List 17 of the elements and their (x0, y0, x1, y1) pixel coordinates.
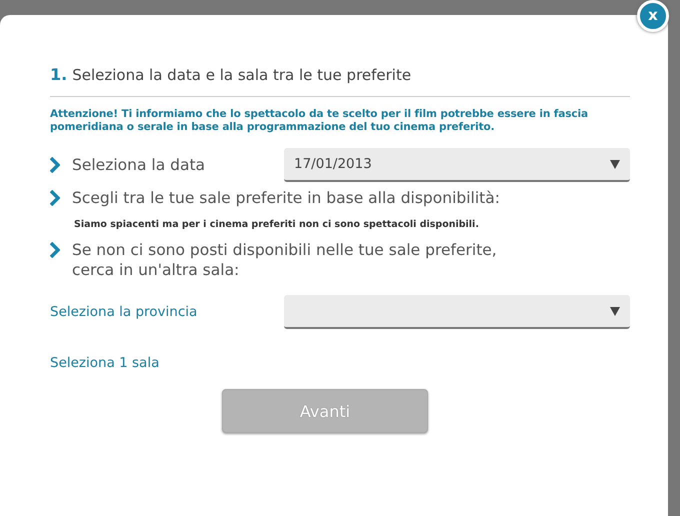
field-label: Seleziona 1 sala (50, 355, 160, 371)
chevron-icon (50, 190, 60, 206)
step-label: Seleziona la data (72, 155, 206, 175)
chevron-icon (50, 157, 60, 173)
caret-icon (610, 160, 620, 168)
dropdown[interactable]: 17/01/2013 (284, 148, 630, 182)
step-label: Se non ci sono posti disponibili nelle tue sale preferite, cerca in un'altra sala: (72, 240, 497, 280)
info-message: Siamo spiacenti ma per i cinema preferiti non ci sono spettacoli disponibili. (74, 219, 480, 230)
step-number: 1. (50, 65, 68, 84)
field-label: Seleziona la provincia (50, 304, 198, 320)
close-button[interactable]: x (637, 0, 669, 32)
dialog-title: Seleziona la data e la sala tra le tue preferite (72, 66, 412, 84)
chevron-icon (50, 242, 60, 258)
step-label: Scegli tra le tue sale preferite in base alla disponibilità: (72, 188, 500, 208)
dropdown[interactable] (284, 295, 630, 329)
caret-icon (610, 306, 620, 316)
notice-text: Attenzione! Ti informiamo che lo spettacolo da te scelto per il film potrebbe essere in fascia pomeridiana o serale in base alla programmazione del tuo cinema preferito. (50, 108, 589, 134)
